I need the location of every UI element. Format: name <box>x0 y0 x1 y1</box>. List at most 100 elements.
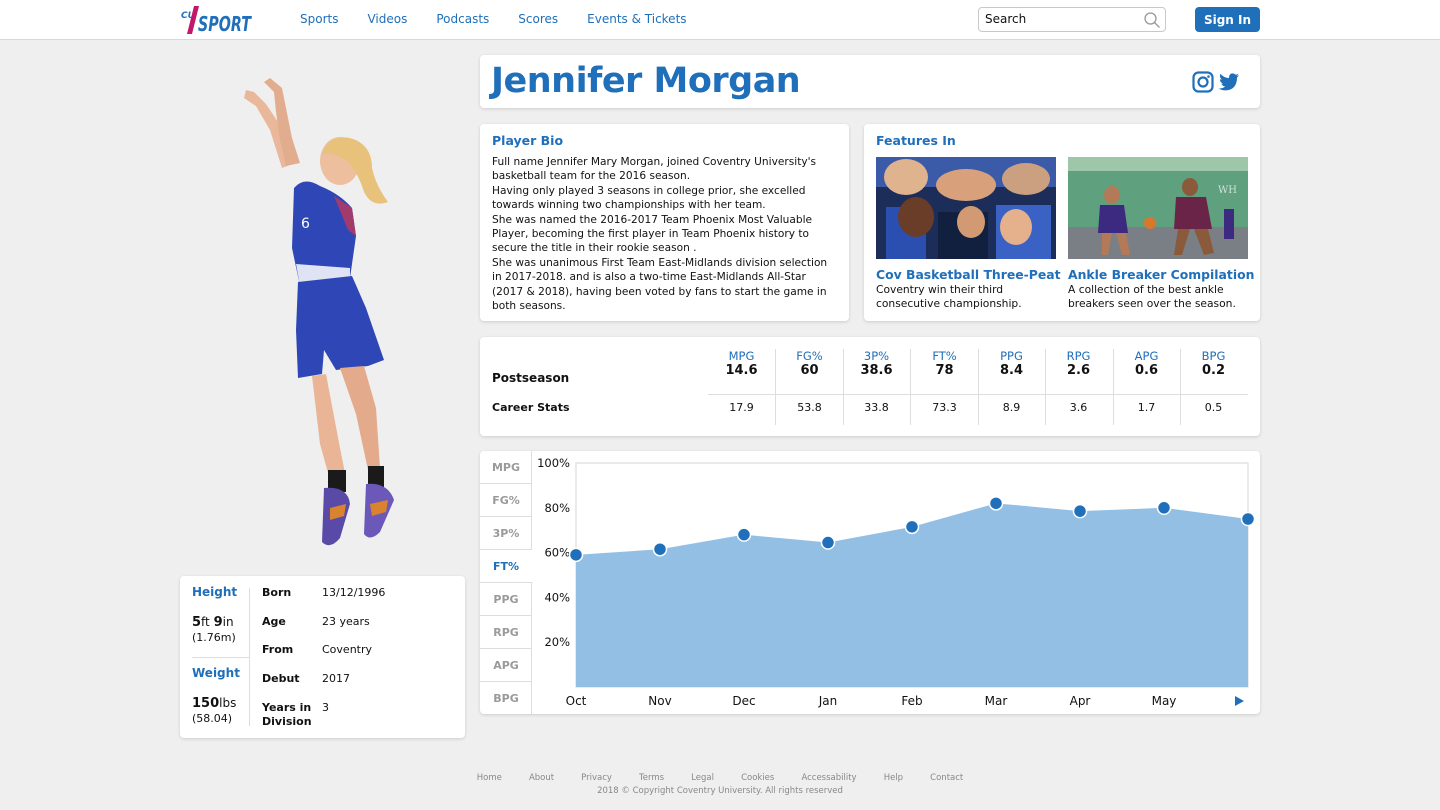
top-navigation-bar: CU SPORT Sports Videos Podcasts Scores E… <box>0 0 1440 40</box>
data-point <box>820 535 836 550</box>
ft-percentage-area-chart: 20% 40% 60% 80% 100% Oct Nov Dec Jan Feb Mar Apr May <box>537 456 1256 708</box>
feature-item[interactable]: Cov Basketball Three-Peat Coventry win t… <box>876 157 1061 312</box>
bio-title: Player Bio <box>492 133 564 148</box>
cu-sport-logo[interactable]: CU SPORT <box>180 4 252 36</box>
stat-postseason: 8.4 <box>999 363 1024 378</box>
chart-next-arrow-icon[interactable] <box>1235 696 1244 706</box>
stat-career: 33.8 <box>864 401 889 414</box>
detail-born-label: Born <box>262 586 292 599</box>
chart-stat-tabs: MPG FG% 3P% FT% PPG RPG APG BPG <box>480 451 533 714</box>
stat-chart-card: MPG FG% 3P% FT% PPG RPG APG BPG 20% 40% 60… <box>480 451 1260 714</box>
sign-in-button[interactable]: Sign In <box>1195 7 1260 32</box>
feature-thumbnail-celebration[interactable] <box>876 157 1056 259</box>
y-tick-label: 80% <box>544 501 570 515</box>
x-tick-label: Nov <box>648 694 671 708</box>
chart-tab-fg[interactable]: FG% <box>480 484 532 517</box>
chart-tab-rpg[interactable]: RPG <box>480 616 532 649</box>
footer-link-privacy[interactable]: Privacy <box>581 773 612 783</box>
chart-tab-bpg[interactable]: BPG <box>480 682 532 714</box>
stat-career: 3.6 <box>1069 401 1088 414</box>
nav-sports[interactable]: Sports <box>300 12 338 26</box>
main-nav: Sports Videos Podcasts Scores Events & T… <box>300 12 716 26</box>
player-bio-card: Player Bio Full name Jennifer Mary Morga… <box>480 124 849 321</box>
stat-header: PPG <box>1000 349 1023 363</box>
height-feet-unit: ft <box>201 615 210 629</box>
data-point <box>904 519 920 535</box>
bio-text: Full name Jennifer Mary Morgan, joined C… <box>492 156 828 313</box>
detail-from-label: From <box>262 643 294 656</box>
x-tick-label: May <box>1152 694 1177 708</box>
data-point <box>568 547 584 563</box>
height-inches: 9 <box>213 615 223 630</box>
svg-text:WH: WH <box>1218 185 1237 196</box>
footer-link-help[interactable]: Help <box>884 773 903 783</box>
footer-link-contact[interactable]: Contact <box>930 773 963 783</box>
y-tick-label: 60% <box>544 546 570 560</box>
feature-thumbnail-game-action[interactable]: WH <box>1068 157 1248 259</box>
stat-header: BPG <box>1201 349 1226 363</box>
stat-column-3p: 3P% 38.6 33.8 <box>843 349 910 414</box>
chart-tab-ppg[interactable]: PPG <box>480 583 532 616</box>
footer-link-terms[interactable]: Terms <box>639 773 664 783</box>
stat-career: 8.9 <box>1002 401 1021 414</box>
data-point <box>1240 511 1256 527</box>
nav-podcasts[interactable]: Podcasts <box>436 12 489 26</box>
weight-label: Weight <box>192 666 240 680</box>
feature-title-threepeat[interactable]: Cov Basketball Three-Peat <box>876 267 1061 282</box>
nav-events-tickets[interactable]: Events & Tickets <box>587 12 686 26</box>
feature-title-ankle-breaker[interactable]: Ankle Breaker Compilation <box>1068 267 1254 282</box>
detail-years-value: 3 <box>322 701 329 714</box>
x-tick-label: Oct <box>566 694 587 708</box>
detail-debut-value: 2017 <box>322 672 350 685</box>
postseason-label: Postseason <box>492 371 570 385</box>
chart-tab-mpg[interactable]: MPG <box>480 451 532 484</box>
detail-debut-label: Debut <box>262 672 300 685</box>
footer-link-cookies[interactable]: Cookies <box>741 773 774 783</box>
stat-column-ppg: PPG 8.4 8.9 <box>978 349 1045 414</box>
player-info-card: Height 5ft 9in (1.76m) Weight 150lbs (58… <box>180 576 465 738</box>
footer-link-accessability[interactable]: Accessability <box>801 773 856 783</box>
x-tick-label: Feb <box>901 694 922 708</box>
weight-value: 150lbs <box>192 696 236 711</box>
player-name-card: Jennifer Morgan <box>480 55 1260 108</box>
stat-header: FT% <box>932 349 957 363</box>
search-input[interactable] <box>985 12 1135 26</box>
stat-header: MPG <box>728 349 755 363</box>
x-tick-label: Jan <box>818 694 838 708</box>
feature-desc-threepeat: Coventry win their third consecutive cha… <box>876 283 1022 311</box>
nav-videos[interactable]: Videos <box>367 12 407 26</box>
detail-from-value: Coventry <box>322 643 373 656</box>
data-point <box>1156 500 1172 516</box>
stat-column-bpg: BPG 0.2 0.5 <box>1180 349 1247 414</box>
search-box <box>978 7 1166 32</box>
copyright-text: 2018 © Copyright Coventry University. Al… <box>597 786 843 796</box>
height-feet: 5 <box>192 615 202 630</box>
stat-postseason: 78 <box>935 363 954 378</box>
stats-table-card: Postseason Career Stats MPG 14.6 17.9 FG… <box>480 337 1260 436</box>
chart-tab-apg[interactable]: APG <box>480 649 532 682</box>
stat-postseason: 2.6 <box>1066 363 1091 378</box>
stat-column-ft: FT% 78 73.3 <box>911 349 978 414</box>
y-tick-label: 40% <box>544 590 570 604</box>
search-icon[interactable] <box>1143 11 1161 29</box>
stat-column-fg: FG% 60 53.8 <box>776 349 843 414</box>
footer-link-about[interactable]: About <box>529 773 554 783</box>
twitter-icon[interactable] <box>1218 71 1240 93</box>
feature-item[interactable]: WH Ankle Breaker Compilation A collectio… <box>1068 157 1254 312</box>
player-name: Jennifer Morgan <box>491 61 801 101</box>
stat-postseason: 0.6 <box>1134 363 1159 378</box>
info-vertical-divider <box>249 588 250 726</box>
instagram-icon[interactable] <box>1192 71 1214 93</box>
chart-tab-ft[interactable]: FT% <box>480 550 533 583</box>
chart-tab-3p[interactable]: 3P% <box>480 517 532 550</box>
weight-number: 150 <box>192 696 220 711</box>
nav-scores[interactable]: Scores <box>518 12 558 26</box>
x-tick-label: Apr <box>1070 694 1091 708</box>
footer-link-legal[interactable]: Legal <box>691 773 714 783</box>
player-photo: 6 <box>244 78 394 546</box>
y-tick-label: 100% <box>537 456 570 470</box>
features-title: Features In <box>876 133 956 148</box>
footer-link-home[interactable]: Home <box>477 773 502 783</box>
detail-age-label: Age <box>262 615 286 628</box>
stat-column-mpg: MPG 14.6 17.9 <box>708 349 775 414</box>
